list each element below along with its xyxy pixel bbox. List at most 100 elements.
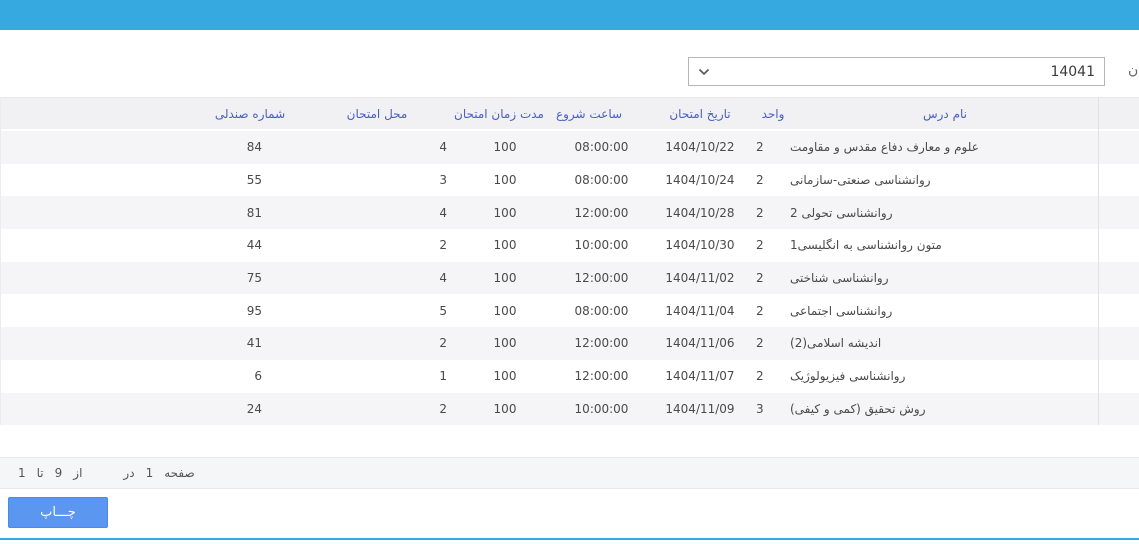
cell-exam-date: 1404/11/04 — [665, 303, 735, 318]
cell-exam-date: 1404/11/09 — [665, 401, 735, 416]
column-header-duration[interactable]: مدت زمان امتحان — [454, 107, 544, 121]
exam-table: نام درس واحد تاریخ امتحان ساعت شروع مدت … — [0, 97, 1139, 426]
column-header-seat[interactable]: شماره صندلی — [215, 107, 285, 121]
term-select-value: 14041 — [1050, 63, 1095, 80]
cell-seat-number: 75 — [246, 271, 262, 286]
cell-units: 3 — [756, 401, 764, 416]
cell-exam-date: 1404/10/28 — [665, 205, 735, 220]
column-header-location[interactable]: محل امتحان — [347, 107, 408, 121]
cell-exam-location: 1 — [439, 369, 447, 384]
pager-page-count: 1 — [145, 466, 154, 480]
cell-units: 2 — [756, 238, 764, 253]
table-left-border — [0, 97, 1, 425]
cell-course-name: روانشناسی اجتماعی — [790, 303, 893, 318]
cell-exam-date: 1404/10/24 — [665, 173, 735, 188]
cell-exam-location: 5 — [439, 303, 447, 318]
cell-seat-number: 84 — [246, 140, 262, 155]
cell-course-name: اندیشه اسلامی(2) — [790, 336, 882, 351]
cell-course-name: روانشناسی فیزیولوژیک — [790, 369, 906, 384]
cell-seat-number: 81 — [246, 205, 262, 220]
cell-exam-duration: 100 — [493, 336, 517, 351]
table-row[interactable]: 75 4 100 12:00:00 1404/11/02 2 روانشناسی… — [0, 261, 1139, 295]
cell-seat-number: 44 — [246, 238, 262, 253]
exam-table-body: 84 4 100 08:00:00 1404/10/22 2 علوم و مع… — [0, 131, 1139, 426]
cell-units: 2 — [756, 205, 764, 220]
cell-exam-duration: 100 — [493, 205, 517, 220]
pager-range-start: 1 — [18, 466, 26, 480]
pager-word-in: در — [123, 466, 135, 480]
column-header-start[interactable]: ساعت شروع — [556, 107, 622, 121]
cell-exam-duration: 100 — [493, 303, 517, 318]
column-header-course[interactable]: نام درس — [923, 107, 967, 121]
top-navigation-bar — [0, 0, 1139, 30]
cell-start-time: 08:00:00 — [574, 173, 629, 188]
table-row[interactable]: 44 2 100 10:00:00 1404/10/30 2 متون روان… — [0, 229, 1139, 262]
cell-seat-number: 24 — [246, 401, 262, 416]
cell-exam-duration: 100 — [493, 271, 517, 286]
table-row[interactable]: 84 4 100 08:00:00 1404/10/22 2 علوم و مع… — [0, 131, 1139, 164]
cell-exam-duration: 100 — [493, 140, 517, 155]
cell-exam-location: 3 — [439, 173, 447, 188]
cell-units: 2 — [756, 336, 764, 351]
cell-start-time: 12:00:00 — [574, 205, 629, 220]
cell-start-time: 08:00:00 — [574, 140, 629, 155]
print-button[interactable]: چـــاپ — [8, 497, 108, 528]
cell-start-time: 10:00:00 — [574, 238, 629, 253]
cell-exam-date: 1404/11/02 — [665, 271, 735, 286]
cell-exam-duration: 100 — [493, 238, 517, 253]
pagination-bar: 1 تا 9 از در 1 صفحه — [0, 457, 1139, 489]
exam-schedule-page: { "colors": { "topbar": "#36a9e1", "head… — [0, 0, 1139, 544]
pager-word-of: از — [73, 466, 83, 480]
cell-exam-date: 1404/10/22 — [665, 140, 735, 155]
table-row[interactable]: 95 5 100 08:00:00 1404/11/04 2 روانشناسی… — [0, 294, 1139, 328]
cell-exam-location: 4 — [439, 271, 447, 286]
cell-course-name: روانشناسی شناختی — [790, 271, 889, 286]
table-row[interactable]: 55 3 100 08:00:00 1404/10/24 2 روانشناسی… — [0, 163, 1139, 197]
cell-start-time: 12:00:00 — [574, 369, 629, 384]
bottom-divider-line — [0, 538, 1139, 540]
cell-start-time: 10:00:00 — [574, 401, 629, 416]
cell-exam-duration: 100 — [493, 369, 517, 384]
course-column-divider — [1098, 97, 1099, 425]
cell-exam-location: 2 — [439, 401, 447, 416]
pager-word-to: تا — [36, 466, 44, 480]
cell-exam-location: 4 — [439, 140, 447, 155]
cell-start-time: 08:00:00 — [574, 303, 629, 318]
cell-seat-number: 41 — [246, 336, 262, 351]
exam-table-header: نام درس واحد تاریخ امتحان ساعت شروع مدت … — [0, 97, 1139, 129]
cell-exam-location: 4 — [439, 205, 447, 220]
cell-seat-number: 95 — [246, 303, 262, 318]
cell-exam-duration: 100 — [493, 173, 517, 188]
cell-seat-number: 55 — [246, 173, 262, 188]
cell-start-time: 12:00:00 — [574, 336, 629, 351]
chevron-down-icon — [698, 68, 710, 76]
cell-course-name: روانشناسی تحولی 2 — [790, 205, 893, 220]
cell-units: 2 — [756, 140, 764, 155]
cell-units: 2 — [756, 369, 764, 384]
table-row[interactable]: 81 4 100 12:00:00 1404/10/28 2 روانشناسی… — [0, 196, 1139, 230]
cell-units: 2 — [756, 271, 764, 286]
pager-range-end: 9 — [54, 466, 63, 480]
cell-units: 2 — [756, 303, 764, 318]
cell-exam-date: 1404/11/07 — [665, 369, 735, 384]
cell-exam-location: 2 — [439, 238, 447, 253]
cell-seat-number: 6 — [254, 369, 262, 384]
table-row[interactable]: 6 1 100 12:00:00 1404/11/07 2 روانشناسی … — [0, 359, 1139, 393]
cell-exam-date: 1404/10/30 — [665, 238, 735, 253]
column-header-units[interactable]: واحد — [762, 107, 785, 121]
pager-word-page: صفحه — [164, 466, 195, 480]
cell-exam-location: 2 — [439, 336, 447, 351]
cell-course-name: علوم و معارف دفاع مقدس و مقاومت — [790, 140, 979, 155]
cell-course-name: متون روانشناسی به انگلیسی1 — [790, 238, 942, 253]
cell-course-name: روش تحقیق (کمی و کیفی) — [790, 401, 926, 416]
term-select-label-fragment: ن — [1128, 62, 1139, 78]
table-row[interactable]: 24 2 100 10:00:00 1404/11/09 3 روش تحقیق… — [0, 392, 1139, 426]
cell-units: 2 — [756, 173, 764, 188]
column-header-date[interactable]: تاریخ امتحان — [669, 107, 730, 121]
cell-course-name: روانشناسی صنعتی-سازمانی — [790, 173, 931, 188]
table-row[interactable]: 41 2 100 12:00:00 1404/11/06 2 اندیشه اس… — [0, 327, 1139, 360]
cell-exam-duration: 100 — [493, 401, 517, 416]
cell-exam-date: 1404/11/06 — [665, 336, 735, 351]
cell-start-time: 12:00:00 — [574, 271, 629, 286]
term-select[interactable]: 14041 — [688, 57, 1105, 86]
